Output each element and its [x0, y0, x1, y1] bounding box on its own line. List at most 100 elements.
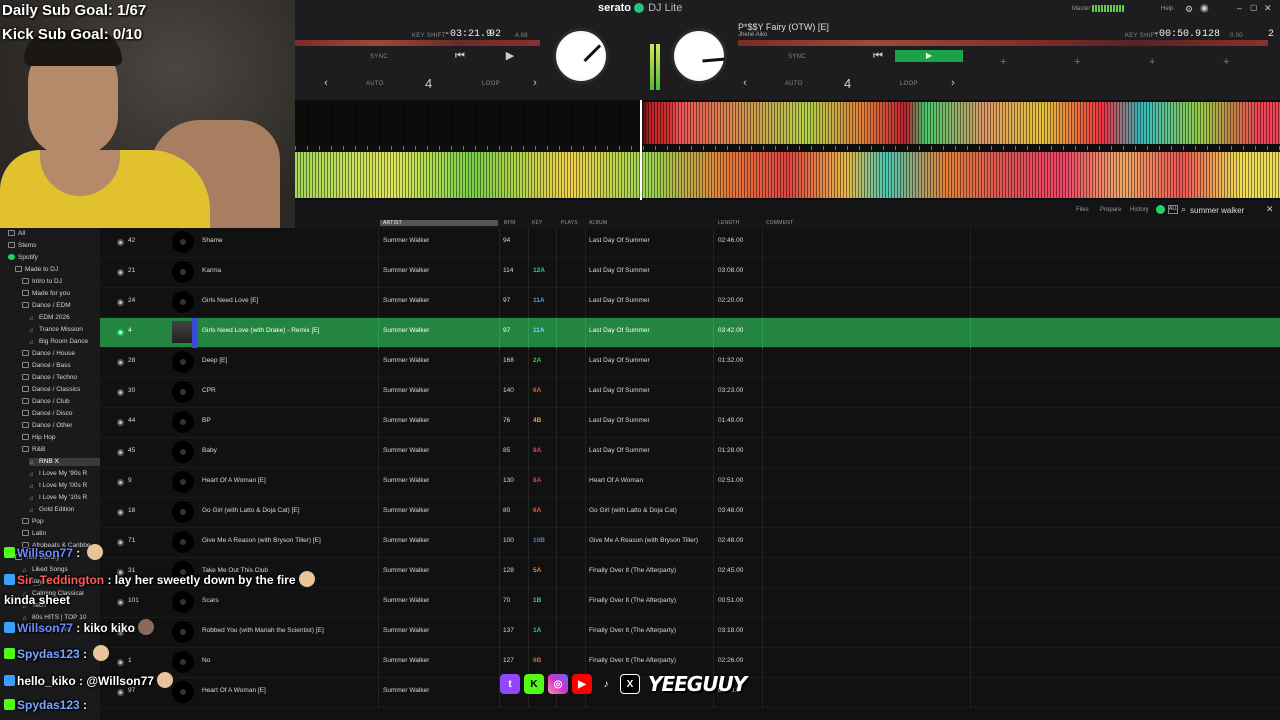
- table-row[interactable]: 45 Baby Summer Walker 85 8A Last Day Of Summe…: [100, 438, 1280, 468]
- help-menu[interactable]: Help: [1161, 6, 1173, 12]
- sidebar-item[interactable]: ♫ Gold Edition: [29, 506, 74, 514]
- all-filter-button[interactable]: ALL: [1168, 205, 1178, 214]
- column-bpm[interactable]: BPM: [504, 220, 515, 226]
- sidebar-item[interactable]: Hip Hop: [22, 434, 55, 441]
- track-list: 42 Shame Summer Walker 94 Last Day Of Summer…: [100, 228, 1280, 720]
- sidebar-item-label: All: [18, 230, 26, 237]
- right-auto-label[interactable]: AUTO: [785, 81, 803, 87]
- sidebar-item[interactable]: Dance / House: [22, 350, 75, 357]
- column-plays[interactable]: PLAYS: [561, 220, 578, 226]
- folder-icon: [8, 242, 15, 248]
- maximize-icon[interactable]: ▢: [1250, 3, 1258, 12]
- sidebar-item[interactable]: ♫ Big Room Dance: [29, 338, 88, 346]
- sidebar-item[interactable]: Dance / Other: [22, 422, 72, 429]
- right-loop-beats[interactable]: 4: [844, 76, 851, 91]
- sidebar-item[interactable]: Intro to DJ: [22, 278, 62, 285]
- sidebar-item[interactable]: Dance / Club: [22, 398, 70, 405]
- sidebar-item[interactable]: ♫ I Love My '90s R: [29, 470, 87, 478]
- column-album[interactable]: ALBUM: [589, 220, 607, 226]
- table-row[interactable]: 4 Girls Need Love (with Drake) - Remix [E…: [100, 318, 1280, 348]
- left-deck-overview[interactable]: [295, 40, 540, 46]
- left-sync-button[interactable]: SYNC: [370, 54, 388, 60]
- table-row[interactable]: 101 Scars Summer Walker 70 1B Finally Over It…: [100, 588, 1280, 618]
- sidebar-item[interactable]: Latin: [22, 530, 46, 537]
- twitch-icon: t: [500, 674, 520, 694]
- right-loop-next-icon[interactable]: ›: [943, 74, 963, 92]
- sidebar-item[interactable]: Dance / Techno: [22, 374, 77, 381]
- sidebar-item[interactable]: Dance / EDM: [22, 302, 71, 309]
- sidebar-item[interactable]: All: [8, 230, 25, 237]
- left-loop-prev-icon[interactable]: ‹: [316, 74, 336, 92]
- right-cue-icon[interactable]: ⏮: [868, 47, 888, 65]
- table-row[interactable]: 44 BP Summer Walker 76 4B Last Day Of Summer 0…: [100, 408, 1280, 438]
- close-icon[interactable]: ✕: [1264, 3, 1272, 14]
- track-bpm: 97: [503, 297, 511, 304]
- spotify-filter-icon[interactable]: [1156, 205, 1165, 214]
- track-album: Last Day Of Summer: [589, 327, 650, 334]
- tab-prepare[interactable]: Prepare: [1100, 207, 1121, 213]
- track-length: 01:49.00: [718, 417, 744, 424]
- sidebar-item[interactable]: Made to DJ: [15, 266, 58, 273]
- left-play-icon[interactable]: ▶: [500, 47, 520, 65]
- column-length[interactable]: LENGTH: [718, 220, 739, 226]
- column-artist[interactable]: ARTIST: [380, 220, 498, 226]
- table-row[interactable]: 28 Deep [E] Summer Walker 168 2A Last Day Of …: [100, 348, 1280, 378]
- table-row[interactable]: 9 Heart Of A Woman [E] Summer Walker 130 8A H…: [100, 468, 1280, 498]
- left-cue-icon[interactable]: ⏮: [450, 47, 470, 65]
- track-artist: Summer Walker: [383, 477, 430, 484]
- chat-badge-icon: [4, 648, 15, 659]
- table-row[interactable]: 18 Go Girl (with Latto & Doja Cat) [E] Sum…: [100, 498, 1280, 528]
- left-platter[interactable]: [553, 28, 609, 84]
- track-bpm: 130: [503, 477, 514, 484]
- search-input[interactable]: summer walker: [1190, 206, 1244, 215]
- sidebar-item[interactable]: ♫ I Love My '10s R: [29, 494, 87, 502]
- table-row[interactable]: 71 Robbed You (with Mariah the Scientist)…: [100, 618, 1280, 648]
- left-loop-next-icon[interactable]: ›: [525, 74, 545, 92]
- sidebar-item[interactable]: ♫ EDM 2026: [29, 314, 70, 322]
- sidebar-item[interactable]: Spotify: [8, 254, 38, 261]
- sidebar-item[interactable]: ♫ Trance Mission: [29, 326, 83, 334]
- right-loop-prev-icon[interactable]: ‹: [735, 74, 755, 92]
- table-row[interactable]: 21 Karma Summer Walker 114 12A Last Day Of Su…: [100, 258, 1280, 288]
- column-key[interactable]: KEY: [532, 220, 543, 226]
- sidebar-item[interactable]: Made for you: [22, 290, 70, 297]
- sidebar-item[interactable]: Dance / Disco: [22, 410, 72, 417]
- minimize-icon[interactable]: –: [1237, 3, 1242, 13]
- clear-search-icon[interactable]: ✕: [1266, 204, 1274, 215]
- table-row[interactable]: 42 Shame Summer Walker 94 Last Day Of Summer…: [100, 228, 1280, 258]
- left-loop-label[interactable]: LOOP: [482, 81, 500, 87]
- right-play-button[interactable]: ▶: [895, 50, 963, 62]
- waveform-display[interactable]: [295, 100, 1280, 200]
- tab-files[interactable]: Files: [1076, 207, 1089, 213]
- sample-slot-1-icon[interactable]: +: [1000, 56, 1006, 68]
- load-status-icon: [117, 539, 124, 546]
- chat-message: Willson77 : kiko kiko: [4, 619, 154, 635]
- column-comment[interactable]: COMMENT: [766, 220, 793, 226]
- table-row[interactable]: 30 CPR Summer Walker 140 6A Last Day Of Summe…: [100, 378, 1280, 408]
- sidebar-item[interactable]: Pop: [22, 518, 44, 525]
- right-deck-overview[interactable]: [738, 40, 1268, 46]
- track-bpm: 128: [503, 567, 514, 574]
- search-icon: ⌕: [1181, 204, 1187, 214]
- tab-history[interactable]: History: [1130, 207, 1149, 213]
- sidebar-item[interactable]: Dance / Bass: [22, 362, 71, 369]
- left-auto-label[interactable]: AUTO: [366, 81, 384, 87]
- left-loop-beats[interactable]: 4: [425, 76, 432, 91]
- folder-icon: [22, 374, 29, 380]
- sidebar-item[interactable]: ♫ RNB X: [29, 458, 100, 466]
- account-icon[interactable]: ◉: [1200, 3, 1209, 14]
- right-loop-label[interactable]: LOOP: [900, 81, 918, 87]
- sidebar-item[interactable]: Stems: [8, 242, 36, 249]
- right-platter[interactable]: [671, 28, 727, 84]
- sidebar-item[interactable]: R&B: [22, 446, 45, 453]
- table-row[interactable]: 24 Girls Need Love [E] Summer Walker 97 11A L…: [100, 288, 1280, 318]
- sample-slot-2-icon[interactable]: +: [1074, 56, 1080, 68]
- right-sync-button[interactable]: SYNC: [788, 54, 806, 60]
- table-row[interactable]: 71 Give Me A Reason (with Bryson Tiller) …: [100, 528, 1280, 558]
- sidebar-item[interactable]: Dance / Classics: [22, 386, 80, 393]
- load-status-icon: [117, 329, 124, 336]
- sidebar-item[interactable]: ♫ I Love My '00s R: [29, 482, 87, 490]
- sample-slot-3-icon[interactable]: +: [1149, 56, 1155, 68]
- sample-slot-4-icon[interactable]: +: [1223, 56, 1229, 68]
- gear-icon[interactable]: ⚙: [1185, 4, 1193, 15]
